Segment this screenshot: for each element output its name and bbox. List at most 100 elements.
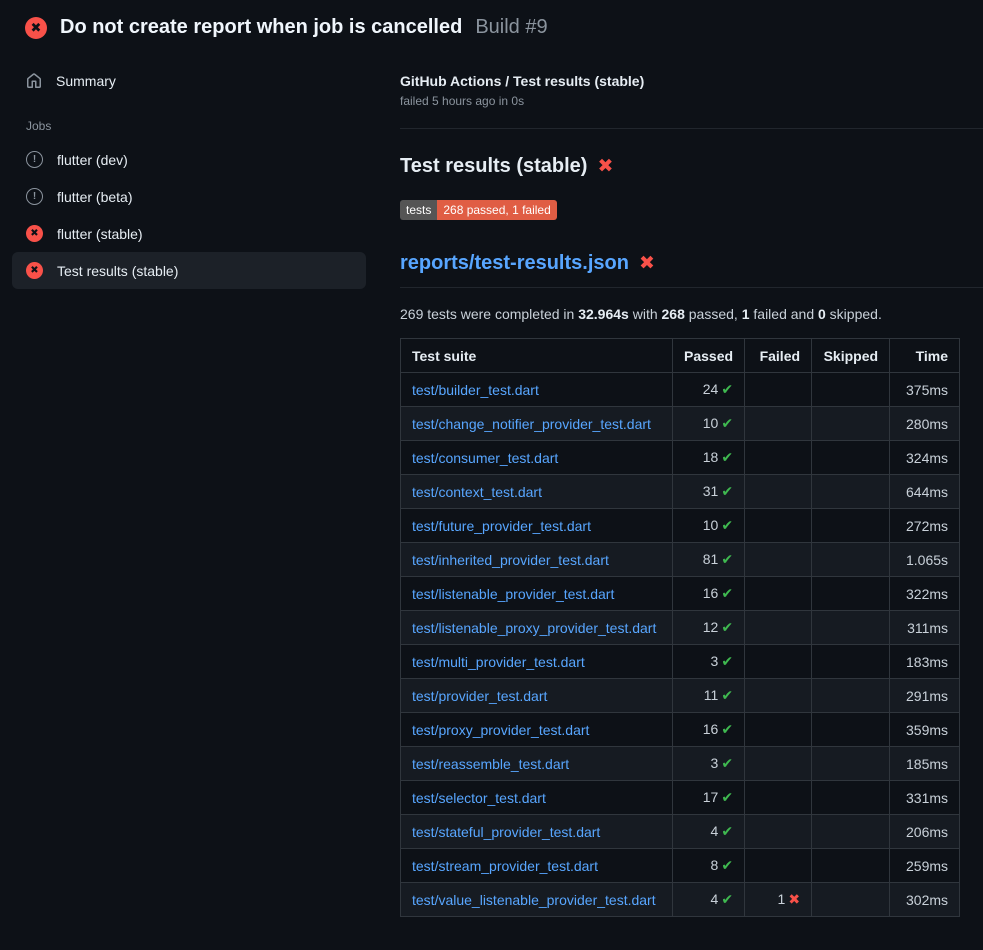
time-cell: 644ms bbox=[890, 475, 960, 509]
summary-text: skipped. bbox=[826, 306, 882, 322]
job-label: flutter (stable) bbox=[57, 226, 143, 242]
summary-line: 269 tests were completed in 32.964s with… bbox=[400, 306, 983, 322]
results-table-body: test/builder_test.dart24✔375mstest/chang… bbox=[401, 373, 960, 917]
test-suite-link[interactable]: test/listenable_provider_test.dart bbox=[412, 586, 614, 602]
skipped-cell bbox=[812, 509, 890, 543]
check-icon: ✔ bbox=[721, 687, 733, 703]
suite-cell: test/reassemble_test.dart bbox=[401, 747, 673, 781]
skipped-cell bbox=[812, 883, 890, 917]
test-suite-link[interactable]: test/reassemble_test.dart bbox=[412, 756, 569, 772]
check-icon: ✔ bbox=[721, 381, 733, 397]
failed-cell bbox=[745, 781, 812, 815]
job-label: Test results (stable) bbox=[57, 263, 178, 279]
test-suite-link[interactable]: test/provider_test.dart bbox=[412, 688, 547, 704]
passed-cell: 11✔ bbox=[673, 679, 745, 713]
sidebar-item-flutter-dev[interactable]: !flutter (dev) bbox=[12, 141, 366, 178]
test-suite-link[interactable]: test/stateful_provider_test.dart bbox=[412, 824, 600, 840]
x-circle-icon: ✖ bbox=[26, 225, 43, 242]
sidebar-item-test-results-stable[interactable]: ✖ Test results (stable) bbox=[12, 252, 366, 289]
failed-cell bbox=[745, 407, 812, 441]
suite-cell: test/listenable_proxy_provider_test.dart bbox=[401, 611, 673, 645]
column-header-time: Time bbox=[890, 339, 960, 373]
skipped-cell bbox=[812, 815, 890, 849]
time-cell: 311ms bbox=[890, 611, 960, 645]
check-icon: ✔ bbox=[721, 517, 733, 533]
test-suite-link[interactable]: test/stream_provider_test.dart bbox=[412, 858, 598, 874]
column-header-failed: Failed bbox=[745, 339, 812, 373]
failed-cell bbox=[745, 645, 812, 679]
summary-text: failed and bbox=[750, 306, 819, 322]
skipped-cell bbox=[812, 645, 890, 679]
test-suite-link[interactable]: test/change_notifier_provider_test.dart bbox=[412, 416, 651, 432]
suite-cell: test/builder_test.dart bbox=[401, 373, 673, 407]
passed-cell: 8✔ bbox=[673, 849, 745, 883]
x-circle-icon: ✖ bbox=[26, 262, 43, 279]
test-suite-link[interactable]: test/proxy_provider_test.dart bbox=[412, 722, 589, 738]
suite-cell: test/stream_provider_test.dart bbox=[401, 849, 673, 883]
section-title-text: Test results (stable) bbox=[400, 155, 587, 178]
time-cell: 1.065s bbox=[890, 543, 960, 577]
cross-icon: ✖ bbox=[788, 891, 800, 907]
test-suite-link[interactable]: test/multi_provider_test.dart bbox=[412, 654, 585, 670]
test-suite-link[interactable]: test/consumer_test.dart bbox=[412, 450, 558, 466]
table-row: test/consumer_test.dart18✔324ms bbox=[401, 441, 960, 475]
failed-cell bbox=[745, 543, 812, 577]
table-row: test/stream_provider_test.dart8✔259ms bbox=[401, 849, 960, 883]
suite-cell: test/value_listenable_provider_test.dart bbox=[401, 883, 673, 917]
cross-mark-icon: ✖ bbox=[639, 254, 655, 273]
breadcrumb: GitHub Actions / Test results (stable) bbox=[400, 73, 983, 89]
test-suite-link[interactable]: test/future_provider_test.dart bbox=[412, 518, 591, 534]
passed-cell: 4✔ bbox=[673, 815, 745, 849]
badge-label: tests bbox=[400, 200, 437, 220]
run-meta: failed 5 hours ago in 0s bbox=[400, 94, 983, 108]
passed-cell: 12✔ bbox=[673, 611, 745, 645]
failed-cell: 1✖ bbox=[745, 883, 812, 917]
tests-badge: tests 268 passed, 1 failed bbox=[400, 200, 557, 220]
test-suite-link[interactable]: test/inherited_provider_test.dart bbox=[412, 552, 609, 568]
passed-count: 268 bbox=[662, 306, 685, 322]
report-file-link[interactable]: reports/test-results.json bbox=[400, 252, 629, 275]
failed-cell bbox=[745, 713, 812, 747]
suite-cell: test/inherited_provider_test.dart bbox=[401, 543, 673, 577]
skipped-cell bbox=[812, 441, 890, 475]
check-icon: ✔ bbox=[721, 789, 733, 805]
job-label: flutter (dev) bbox=[57, 152, 128, 168]
table-row: test/future_provider_test.dart10✔272ms bbox=[401, 509, 960, 543]
suite-cell: test/consumer_test.dart bbox=[401, 441, 673, 475]
time-cell: 206ms bbox=[890, 815, 960, 849]
check-icon: ✔ bbox=[721, 823, 733, 839]
column-header-skipped: Skipped bbox=[812, 339, 890, 373]
check-icon: ✔ bbox=[721, 721, 733, 737]
passed-cell: 4✔ bbox=[673, 883, 745, 917]
run-header: ✖ Do not create report when job is cance… bbox=[0, 0, 983, 49]
sidebar-item-flutter-stable[interactable]: ✖ flutter (stable) bbox=[12, 215, 366, 252]
report-file-heading: reports/test-results.json ✖ bbox=[400, 252, 983, 288]
time-cell: 183ms bbox=[890, 645, 960, 679]
test-suite-link[interactable]: test/builder_test.dart bbox=[412, 382, 539, 398]
sidebar-item-flutter-beta[interactable]: !flutter (beta) bbox=[12, 178, 366, 215]
test-suite-link[interactable]: test/selector_test.dart bbox=[412, 790, 546, 806]
summary-label: Summary bbox=[56, 73, 116, 89]
suite-cell: test/provider_test.dart bbox=[401, 679, 673, 713]
suite-cell: test/change_notifier_provider_test.dart bbox=[401, 407, 673, 441]
time-cell: 185ms bbox=[890, 747, 960, 781]
test-suite-link[interactable]: test/listenable_proxy_provider_test.dart bbox=[412, 620, 656, 636]
badge-value: 268 passed, 1 failed bbox=[437, 200, 556, 220]
skipped-cell bbox=[812, 849, 890, 883]
table-row: test/reassemble_test.dart3✔185ms bbox=[401, 747, 960, 781]
failed-cell bbox=[745, 679, 812, 713]
failed-cell bbox=[745, 747, 812, 781]
failed-count: 1 bbox=[742, 306, 750, 322]
skipped-cell bbox=[812, 679, 890, 713]
test-suite-link[interactable]: test/context_test.dart bbox=[412, 484, 542, 500]
results-table: Test suitePassedFailedSkippedTime test/b… bbox=[400, 338, 960, 917]
time-cell: 291ms bbox=[890, 679, 960, 713]
table-row: test/provider_test.dart 11✔ 291ms bbox=[401, 679, 960, 713]
sidebar-item-summary[interactable]: Summary bbox=[12, 63, 366, 99]
test-suite-link[interactable]: test/value_listenable_provider_test.dart bbox=[412, 892, 656, 908]
skipped-cell bbox=[812, 543, 890, 577]
failed-cell bbox=[745, 849, 812, 883]
passed-cell: 81✔ bbox=[673, 543, 745, 577]
jobs-section-label: Jobs bbox=[12, 99, 366, 141]
failed-cell bbox=[745, 475, 812, 509]
